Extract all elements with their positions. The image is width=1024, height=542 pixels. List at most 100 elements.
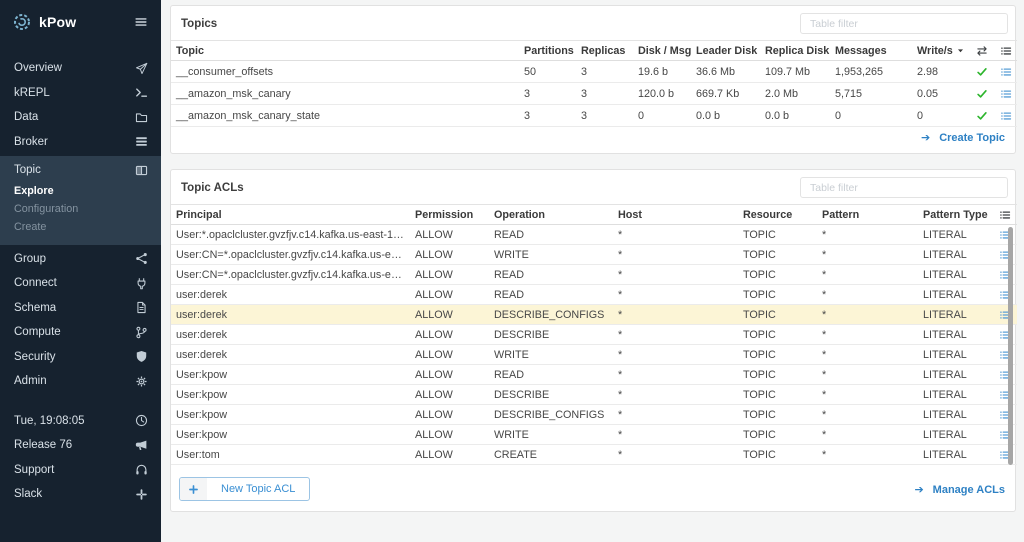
- acl-row[interactable]: User:CN=*.opaclcluster.gvzfjv.c14.kafka.…: [171, 244, 1017, 265]
- topic-row[interactable]: __consumer_offsets 50 3 19.6 b 36.6 Mb 109.7 …: [171, 60, 1017, 83]
- sidebar-subitem-configuration[interactable]: Configuration: [0, 201, 161, 219]
- acl-actions-cell[interactable]: [993, 344, 1017, 365]
- acl-row[interactable]: User:tom ALLOW CREATE * TOPIC * LITERAL: [171, 444, 1017, 465]
- acl-row[interactable]: User:kpow ALLOW DESCRIBE * TOPIC * LITERAL: [171, 384, 1017, 405]
- acls-column-header-pattern-type[interactable]: Pattern Type: [918, 204, 993, 225]
- sidebar-item-label: Data: [14, 111, 39, 124]
- acl-value-cell: LITERAL: [918, 364, 993, 385]
- acl-actions-cell[interactable]: [993, 424, 1017, 445]
- acl-row[interactable]: User:kpow ALLOW DESCRIBE_CONFIGS * TOPIC * LIT…: [171, 404, 1017, 425]
- acl-row[interactable]: User:kpow ALLOW WRITE * TOPIC * LITERAL: [171, 424, 1017, 445]
- create-topic-link[interactable]: ➔ Create Topic: [921, 131, 1005, 144]
- acl-value-cell: TOPIC: [738, 364, 817, 385]
- acl-actions-cell[interactable]: [993, 244, 1017, 265]
- acl-row[interactable]: user:derek ALLOW DESCRIBE * TOPIC * LITERAL: [171, 324, 1017, 345]
- acl-principal-cell: user:derek: [171, 284, 410, 305]
- acl-value-cell: *: [817, 384, 918, 405]
- acl-row[interactable]: User:*.opaclcluster.gvzfjv.c14.kafka.us-…: [171, 224, 1017, 245]
- topics-column-header-messages[interactable]: Messages: [830, 40, 912, 61]
- manage-acls-link[interactable]: ➔ Manage ACLs: [914, 483, 1005, 496]
- topics-column-header-partitions[interactable]: Partitions: [519, 40, 576, 61]
- acls-column-header-host[interactable]: Host: [613, 204, 738, 225]
- topics-column-header-leader-disk[interactable]: Leader Disk: [691, 40, 760, 61]
- topic-value-cell: 0.0 b: [760, 104, 830, 127]
- topics-column-header-replicas[interactable]: Replicas: [576, 40, 633, 61]
- sidebar-item-data[interactable]: Data: [0, 105, 161, 130]
- sidebar-item-overview[interactable]: Overview: [0, 56, 161, 81]
- topic-acls-title: Topic ACLs: [181, 181, 244, 194]
- hamburger-menu-icon[interactable]: [134, 15, 148, 29]
- topics-column-header-replica-disk[interactable]: Replica Disk: [760, 40, 830, 61]
- sidebar-item-tue-19-08-05: Tue, 19:08:05: [0, 409, 161, 434]
- topics-table-filter-input[interactable]: [800, 13, 1008, 34]
- sidebar-item-schema[interactable]: Schema: [0, 296, 161, 321]
- acls-scrollbar-thumb[interactable]: [1008, 227, 1013, 465]
- kpow-logo-icon[interactable]: [12, 12, 32, 32]
- acls-column-header-resource[interactable]: Resource: [738, 204, 817, 225]
- acl-row[interactable]: user:derek ALLOW WRITE * TOPIC * LITERAL: [171, 344, 1017, 365]
- sidebar-item-topic[interactable]: Topic: [0, 158, 161, 183]
- acl-row[interactable]: User:kpow ALLOW READ * TOPIC * LITERAL: [171, 364, 1017, 385]
- topic-status-cell: [968, 82, 995, 105]
- topics-column-header-topic[interactable]: Topic: [171, 40, 519, 61]
- sidebar-item-broker[interactable]: Broker: [0, 130, 161, 155]
- topic-actions-cell[interactable]: [995, 82, 1017, 105]
- bullet-list-icon: [1000, 87, 1012, 99]
- acl-row[interactable]: user:derek ALLOW DESCRIBE_CONFIGS * TOPIC * LI…: [171, 304, 1017, 325]
- sidebar-subitem-explore[interactable]: Explore: [0, 183, 161, 201]
- acl-row[interactable]: User:CN=*.opaclcluster.gvzfjv.c14.kafka.…: [171, 264, 1017, 285]
- check-icon: [976, 87, 988, 99]
- acl-principal-cell: User:kpow: [171, 404, 410, 425]
- topic-row[interactable]: __amazon_msk_canary_state 3 3 0 0.0 b 0.0 b00: [171, 104, 1017, 127]
- acl-actions-cell[interactable]: [993, 404, 1017, 425]
- megaphone-icon: [135, 439, 148, 452]
- new-topic-acl-button[interactable]: New Topic ACL: [179, 477, 311, 501]
- acl-value-cell: TOPIC: [738, 344, 817, 365]
- acls-column-header-detail[interactable]: [993, 204, 1017, 225]
- topic-value-cell: 1,953,265: [830, 60, 912, 83]
- sidebar-item-slack[interactable]: Slack: [0, 482, 161, 507]
- sidebar-item-connect[interactable]: Connect: [0, 271, 161, 296]
- acl-value-cell: LITERAL: [918, 384, 993, 405]
- sidebar-item-admin[interactable]: Admin: [0, 369, 161, 394]
- acls-column-header-pattern[interactable]: Pattern: [817, 204, 918, 225]
- slack-icon: [135, 488, 148, 501]
- topic-name-cell: __amazon_msk_canary: [171, 82, 519, 105]
- topic-row[interactable]: __amazon_msk_canary 3 3 120.0 b 669.7 Kb 2.0 …: [171, 82, 1017, 105]
- sidebar-item-krepl[interactable]: kREPL: [0, 81, 161, 106]
- acl-actions-cell[interactable]: [993, 364, 1017, 385]
- topics-column-header-write-s[interactable]: Write/s: [912, 40, 968, 61]
- topic-actions-cell[interactable]: [995, 60, 1017, 83]
- acl-actions-cell[interactable]: [993, 224, 1017, 245]
- sidebar-item-group[interactable]: Group: [0, 247, 161, 272]
- topic-actions-cell[interactable]: [995, 104, 1017, 127]
- acl-actions-cell[interactable]: [993, 304, 1017, 325]
- new-topic-acl-label: New Topic ACL: [221, 483, 296, 495]
- acl-actions-cell[interactable]: [993, 264, 1017, 285]
- acl-value-cell: TOPIC: [738, 324, 817, 345]
- acls-column-header-operation[interactable]: Operation: [489, 204, 613, 225]
- sidebar-subitem-create[interactable]: Create: [0, 219, 161, 237]
- acl-actions-cell[interactable]: [993, 444, 1017, 465]
- topic-acls-card: Topic ACLs PrincipalPermissionOperationH…: [170, 169, 1017, 512]
- acl-actions-cell[interactable]: [993, 324, 1017, 345]
- share-icon: [135, 252, 148, 265]
- acl-principal-cell: User:*.opaclcluster.gvzfjv.c14.kafka.us-…: [171, 224, 410, 245]
- acls-column-header-permission[interactable]: Permission: [410, 204, 489, 225]
- acl-actions-cell[interactable]: [993, 284, 1017, 305]
- topics-column-header-disk-msg[interactable]: Disk / Msg: [633, 40, 691, 61]
- acl-actions-cell[interactable]: [993, 384, 1017, 405]
- topics-column-header-detail[interactable]: [995, 40, 1017, 61]
- acls-table-filter-input[interactable]: [800, 177, 1008, 198]
- sidebar-item-release-76[interactable]: Release 76: [0, 433, 161, 458]
- sidebar-footer: Tue, 19:08:05 Release 76 Support Slack: [0, 409, 161, 507]
- app-title[interactable]: kPow: [39, 14, 76, 30]
- sidebar-item-support[interactable]: Support: [0, 458, 161, 483]
- acls-column-header-principal[interactable]: Principal: [171, 204, 410, 225]
- sidebar-item-compute[interactable]: Compute: [0, 320, 161, 345]
- acl-row[interactable]: user:derek ALLOW READ * TOPIC * LITERAL: [171, 284, 1017, 305]
- sidebar-item-security[interactable]: Security: [0, 345, 161, 370]
- topic-name-cell: __consumer_offsets: [171, 60, 519, 83]
- topics-column-header-sync[interactable]: [968, 40, 995, 61]
- topic-value-cell: 0.0 b: [691, 104, 760, 127]
